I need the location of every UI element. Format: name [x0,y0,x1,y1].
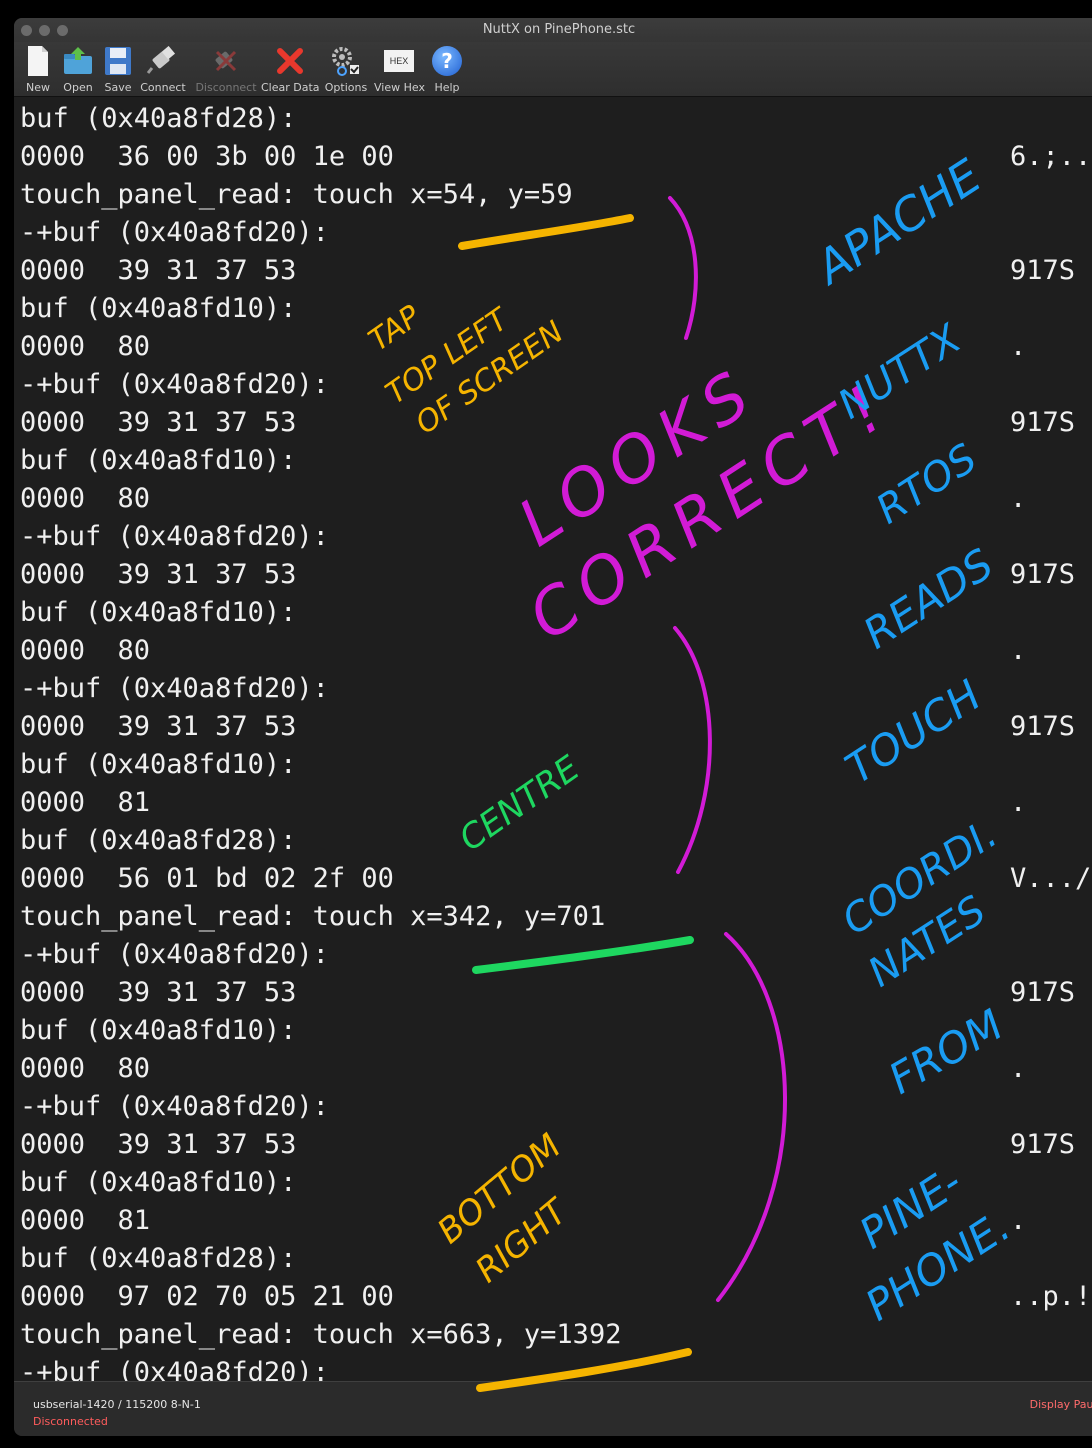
console-line: buf (0x40a8fd28): [20,825,297,856]
console-line: touch_panel_read: touch x=663, y=1392 [20,1319,622,1350]
new-document-icon [28,46,48,76]
console-ascii-column: . [1010,331,1027,362]
connect-button[interactable]: Connect [138,44,188,94]
toolbar: New Open Save Connect Disconnect Clear D… [14,42,1092,97]
new-button[interactable]: New [22,44,54,94]
console-line: 0000 36 00 3b 00 1e 00 [20,141,394,172]
console-line: buf (0x40a8fd28): [20,1243,297,1274]
console-line: 0000 39 31 37 53 [20,255,297,286]
window-title: NuttX on PinePhone.stc [482,22,636,37]
console-line: -+buf (0x40a8fd20): [20,673,329,704]
save-button[interactable]: Save [102,44,134,94]
clear-data-button[interactable]: Clear Data [261,44,320,94]
console-line: 0000 39 31 37 53 [20,977,297,1008]
console-line: 0000 39 31 37 53 [20,559,297,590]
console-ascii-column: . [1010,787,1027,818]
connect-button-label: Connect [140,81,186,94]
console-line: buf (0x40a8fd10): [20,1167,297,1198]
help-button-label: Help [434,81,460,94]
console-line: touch_panel_read: touch x=342, y=701 [20,901,606,932]
console-line: 0000 39 31 37 53 [20,711,297,742]
usb-unplug-icon [215,50,237,72]
status-bar: usbserial-1420 / 115200 8-N-1 Disconnect… [14,1381,1092,1436]
help-icon: ? [432,46,462,76]
console-ascii-column: . [1010,1053,1027,1084]
connection-status: Disconnected [33,1415,108,1428]
serial-terminal-window: NuttX on PinePhone.stc New Open Save Con… [14,18,1092,1436]
console-line: 0000 97 02 70 05 21 00 [20,1281,394,1312]
console-ascii-column: 917S [1010,1129,1076,1160]
hex-icon: HEX [384,50,414,72]
save-disk-icon [105,47,131,75]
console-ascii-column: 917S [1010,711,1076,742]
console-ascii-column: 917S [1010,255,1076,286]
title-bar: NuttX on PinePhone.stc [14,18,1092,42]
console-ascii-column: . [1010,1205,1027,1236]
console-line: -+buf (0x40a8fd20): [20,521,329,552]
usb-plug-icon [146,46,176,74]
disconnect-button[interactable]: Disconnect [194,44,258,94]
console-line: buf (0x40a8fd10): [20,749,297,780]
console-line: 0000 81 [20,787,151,818]
console-line: 0000 80 [20,483,151,514]
console-line: -+buf (0x40a8fd20): [20,1357,329,1381]
view-hex-button[interactable]: HEX View Hex [374,44,425,94]
gears-icon [332,47,359,76]
console-line: -+buf (0x40a8fd20): [20,939,329,970]
clear-data-button-label: Clear Data [261,81,320,94]
open-folder-icon [64,47,92,74]
console-line: -+buf (0x40a8fd20): [20,217,329,248]
console-line: buf (0x40a8fd10): [20,1015,297,1046]
new-button-label: New [26,81,50,94]
console-line: 0000 39 31 37 53 [20,407,297,438]
console-ascii-column: 6.;.. [1010,141,1092,172]
display-pause-toggle[interactable]: Display Pause [1030,1398,1092,1411]
console-line: buf (0x40a8fd10): [20,597,297,628]
console-line: 0000 56 01 bd 02 2f 00 [20,863,394,894]
console-line: buf (0x40a8fd10): [20,445,297,476]
console-line: 0000 39 31 37 53 [20,1129,297,1160]
console-ascii-column: . [1010,483,1027,514]
console-line: 0000 80 [20,635,151,666]
open-button-label: Open [63,81,93,94]
console-line: -+buf (0x40a8fd20): [20,369,329,400]
console-ascii-column: 917S [1010,407,1076,438]
console-line: -+buf (0x40a8fd20): [20,1091,329,1122]
options-button[interactable]: Options [324,44,368,94]
view-hex-button-label: View Hex [374,81,425,94]
port-settings: usbserial-1420 / 115200 8-N-1 [33,1398,201,1411]
serial-output[interactable]: buf (0x40a8fd28): 0000 36 00 3b 00 1e 00 t… [14,97,1092,1381]
console-ascii-column: . [1010,635,1027,666]
console-line: buf (0x40a8fd28): [20,103,297,134]
console-ascii-column: ..p.! [1010,1281,1092,1312]
disconnect-button-label: Disconnect [195,81,257,94]
options-button-label: Options [324,81,368,94]
console-line: 0000 81 [20,1205,151,1236]
console-line: 0000 80 [20,331,151,362]
console-ascii-column: V.../ [1010,863,1092,894]
console-ascii-column: 917S [1010,977,1076,1008]
console-ascii-column: 917S [1010,559,1076,590]
help-button[interactable]: ? Help [430,44,464,94]
console-line: touch_panel_read: touch x=54, y=59 [20,179,573,210]
open-button[interactable]: Open [60,44,96,94]
console-line: buf (0x40a8fd10): [20,293,297,324]
console-line: 0000 80 [20,1053,151,1084]
red-x-icon [277,48,303,74]
save-button-label: Save [104,81,132,94]
